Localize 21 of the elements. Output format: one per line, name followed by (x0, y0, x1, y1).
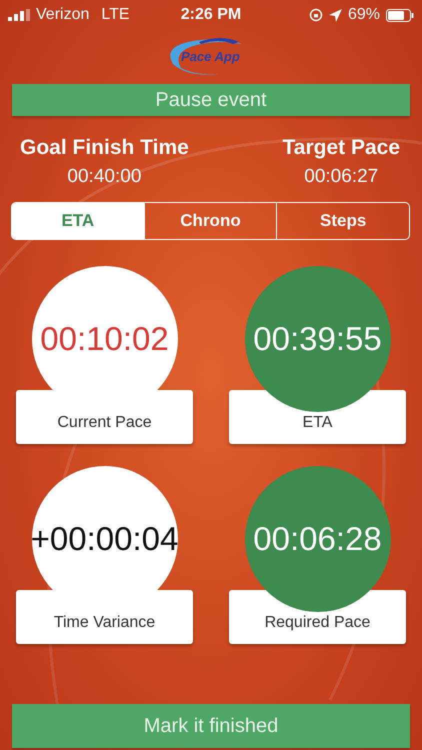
network-type: LTE (101, 6, 130, 24)
rotation-lock-icon (308, 8, 323, 22)
carrier-name: Verizon (36, 6, 90, 24)
segment-tab[interactable]: Steps (276, 203, 409, 239)
segment-tab[interactable]: Chrono (144, 203, 276, 239)
location-arrow-icon (328, 8, 342, 22)
battery-icon (386, 8, 414, 22)
metric-label: ETA (302, 414, 332, 432)
metric-label: Current Pace (57, 414, 152, 432)
metric-label: Time Variance (54, 614, 156, 632)
metric-label: Required Pace (264, 614, 370, 632)
goal-label: Target Pace (282, 136, 400, 160)
mark-finished-button[interactable]: Mark it finished (12, 704, 410, 748)
battery-percent: 69% (348, 6, 380, 24)
signal-icon (8, 9, 30, 21)
clock-time: 2:26 PM (180, 6, 242, 24)
goal-value: 00:40:00 (67, 166, 142, 188)
goal-label: Goal Finish Time (20, 136, 189, 160)
pause-event-button[interactable]: Pause event (12, 84, 410, 116)
segment-tab[interactable]: ETA (12, 203, 144, 239)
goal-value: 00:06:27 (304, 166, 378, 188)
